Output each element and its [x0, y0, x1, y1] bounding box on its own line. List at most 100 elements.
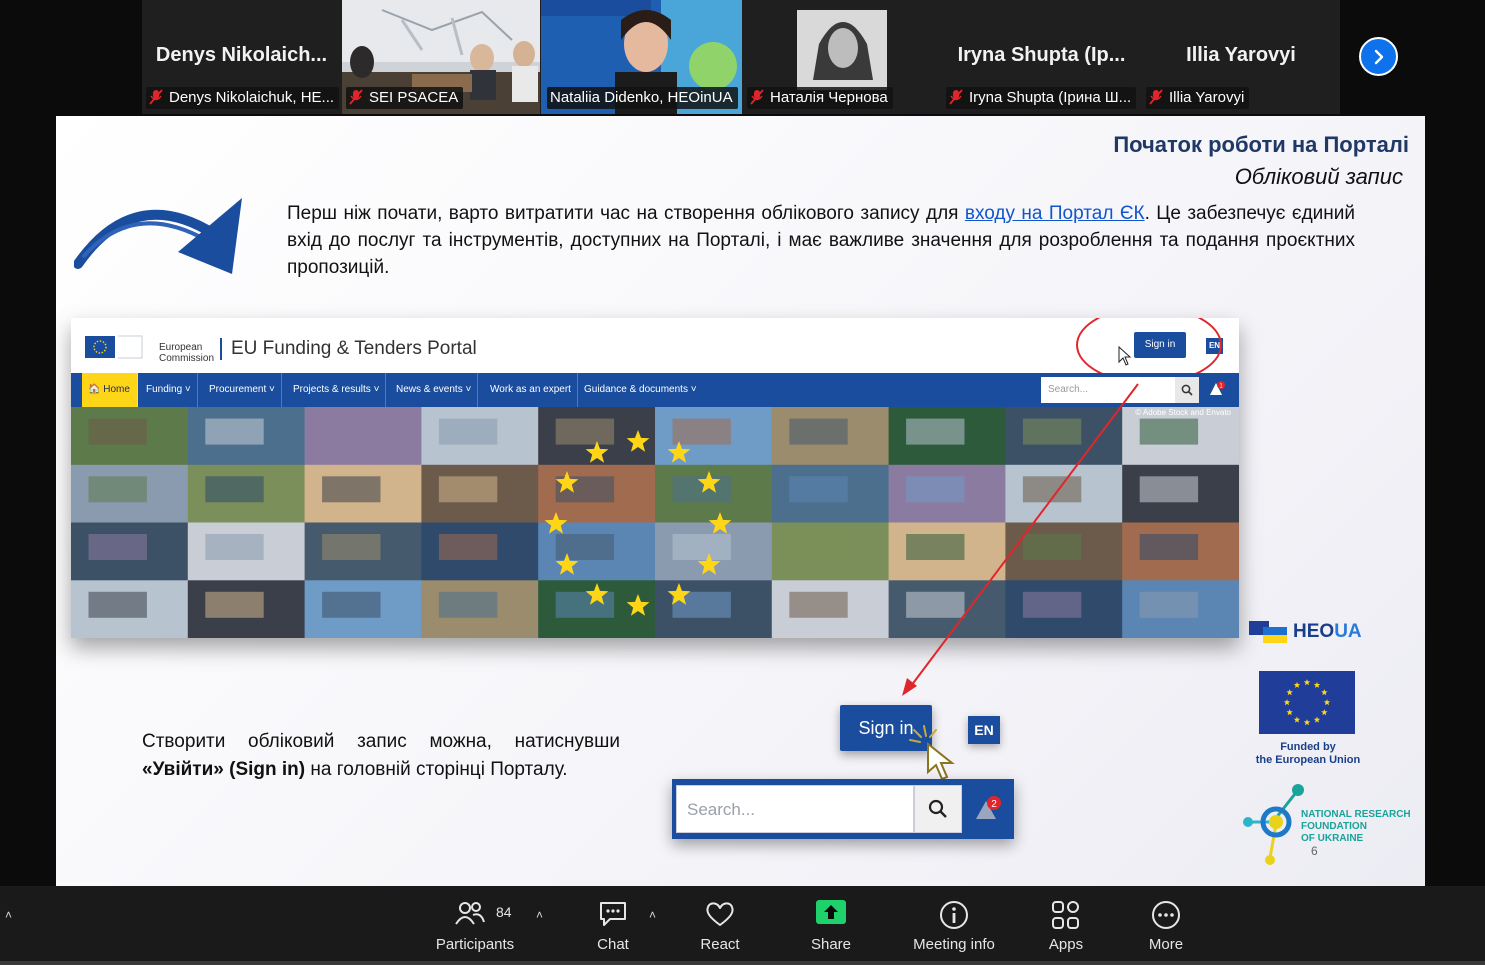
mosaic-photo-detail	[1139, 534, 1199, 560]
nav-procurement[interactable]: Procurement ˅	[203, 373, 282, 407]
nav-label: Home	[103, 384, 130, 395]
mosaic-photo-detail	[906, 534, 965, 560]
mosaic-photo-detail	[438, 534, 498, 560]
notification-bell-icon[interactable]: 2	[974, 795, 1002, 823]
participant-tile-active-speaker[interactable]: Nataliia Didenko, HEOinUA	[541, 0, 742, 114]
nav-label: Projects & results	[293, 384, 371, 395]
nav-funding[interactable]: Funding ˅	[140, 373, 198, 407]
mosaic-photo-detail	[438, 476, 498, 503]
meeting-info-button[interactable]: Meeting info	[903, 886, 1005, 965]
search-button-zoomed[interactable]	[914, 785, 962, 833]
info-icon	[940, 901, 968, 929]
participants-count: 84	[496, 904, 512, 920]
participant-tile[interactable]: Iryna Shupta (Ip... Iryna Shupta (Ірина …	[942, 0, 1141, 114]
mosaic-photo-detail	[1022, 591, 1082, 618]
mic-off-icon	[349, 89, 363, 105]
chat-icon	[600, 902, 626, 926]
bell-badge: 2	[991, 799, 997, 810]
nav-work-as-expert[interactable]: Work as an expert	[484, 373, 578, 407]
share-button[interactable]: Share	[796, 886, 866, 965]
next-participants-button[interactable]	[1359, 37, 1398, 76]
participant-big-name: Illia Yarovyi	[1186, 44, 1296, 66]
participant-tile[interactable]: SEI PSACEA	[342, 0, 540, 114]
nav-home[interactable]: 🏠 Home	[82, 373, 138, 407]
mosaic-photo-detail	[205, 476, 264, 503]
mosaic-photo-detail	[906, 476, 965, 503]
language-button-zoomed[interactable]: EN	[968, 716, 1000, 744]
mosaic-photo-detail	[88, 591, 147, 618]
mosaic-photo-detail	[789, 476, 848, 503]
react-button[interactable]: React	[685, 886, 755, 965]
mic-off-icon	[949, 89, 963, 105]
nrfu-line: NATIONAL RESEARCH	[1301, 809, 1411, 820]
participants-label: Participants	[435, 936, 515, 953]
more-label: More	[1148, 936, 1184, 953]
participant-label: Nataliia Didenko, HEOinUA	[547, 87, 738, 109]
nav-guidance-documents[interactable]: Guidance & documents ˅	[578, 373, 703, 407]
mosaic-photo-detail	[789, 534, 848, 560]
meeting-info-label: Meeting info	[913, 936, 995, 953]
mosaic-photo-detail	[322, 476, 381, 503]
copyright-text: © Adobe Stock and Envato	[1135, 408, 1231, 417]
portal-header: European Commission EU Funding & Tenders …	[71, 318, 1239, 384]
meeting-toolbar: ˄ Participants 84 ˄ Chat ˄ React Share M…	[0, 886, 1485, 965]
search-icon	[1181, 384, 1193, 396]
participant-label-text: Наталія Чернова	[770, 89, 888, 106]
apps-icon	[1052, 901, 1079, 929]
instruction-paragraph: Створити обліковий запис можна, натиснув…	[142, 728, 620, 784]
chevron-down-icon: ˅	[687, 384, 697, 395]
chevron-up-icon[interactable]: ˄	[649, 908, 656, 922]
portal-login-link[interactable]: входу на Портал ЄК	[965, 203, 1145, 224]
search-input-zoomed[interactable]: Search...	[676, 785, 914, 833]
nrfu-line: FOUNDATION	[1301, 821, 1367, 832]
cursor-icon	[1118, 346, 1132, 366]
participant-tile[interactable]: Denys Nikolaich... Denys Nikolaichuk, HE…	[142, 0, 341, 114]
chevron-up-icon[interactable]: ˄	[536, 908, 543, 922]
intro-text: Перш ніж почати, варто витратити час на …	[287, 203, 965, 224]
apps-button[interactable]: Apps	[1031, 886, 1101, 965]
search-icon	[928, 799, 947, 818]
nav-label: Procurement	[209, 384, 267, 395]
heoinua-text-part: HEO	[1293, 621, 1335, 642]
portal-search-input[interactable]: Search...	[1041, 377, 1175, 403]
participants-icon	[455, 902, 485, 925]
ec-line: European	[159, 342, 203, 353]
curved-arrow-icon	[74, 198, 242, 274]
portal-search-button[interactable]	[1175, 377, 1199, 403]
participant-tile[interactable]: Illia Yarovyi Illia Yarovyi	[1142, 0, 1340, 114]
mosaic-photo-detail	[555, 418, 615, 445]
heoinua-logo: HEOUA	[1249, 619, 1379, 645]
notification-bell-icon[interactable]: 1	[1207, 380, 1225, 400]
mosaic-photo-detail	[1022, 476, 1082, 503]
mosaic-photo-detail	[555, 591, 615, 618]
more-button[interactable]: More	[1131, 886, 1201, 965]
participant-label-text: Illia Yarovyi	[1169, 89, 1245, 106]
participant-label-text: Denys Nikolaichuk, HE...	[169, 89, 335, 106]
mosaic-photo-detail	[205, 418, 264, 445]
chevron-up-icon[interactable]: ˄	[5, 908, 12, 922]
participants-button[interactable]: Participants	[425, 886, 525, 965]
chat-button[interactable]: Chat	[578, 886, 648, 965]
divider	[220, 338, 222, 360]
mosaic-photo-detail	[906, 591, 965, 618]
nav-label: Guidance & documents	[584, 384, 688, 395]
home-icon: 🏠	[88, 384, 104, 395]
participant-label: Denys Nikolaichuk, HE...	[146, 87, 340, 109]
mosaic-photo-detail	[438, 591, 498, 618]
funded-line: the European Union	[1255, 754, 1361, 766]
nav-projects-results[interactable]: Projects & results ˅	[287, 373, 387, 407]
mosaic-photo-detail	[88, 476, 147, 503]
chevron-down-icon: ˅	[462, 384, 472, 395]
funded-by-eu-text: Funded by the European Union	[1243, 741, 1373, 767]
mosaic-photo-detail	[789, 418, 848, 445]
participant-label-text: Nataliia Didenko, HEOinUA	[550, 89, 733, 106]
nav-news-events[interactable]: News & events ˅	[390, 373, 479, 407]
chevron-down-icon: ˅	[266, 384, 275, 395]
slide-subtitle: Обліковий запис	[1234, 164, 1403, 189]
participant-label-text: Iryna Shupta (Ірина Ш...	[969, 89, 1132, 106]
chevron-right-icon	[1374, 49, 1383, 64]
chevron-down-icon: ˅	[182, 384, 191, 395]
instruction-text: на головній сторінці Порталу.	[305, 759, 568, 780]
participant-label: Illia Yarovyi	[1146, 87, 1250, 109]
participant-tile[interactable]: Наталія Чернова	[743, 0, 941, 114]
